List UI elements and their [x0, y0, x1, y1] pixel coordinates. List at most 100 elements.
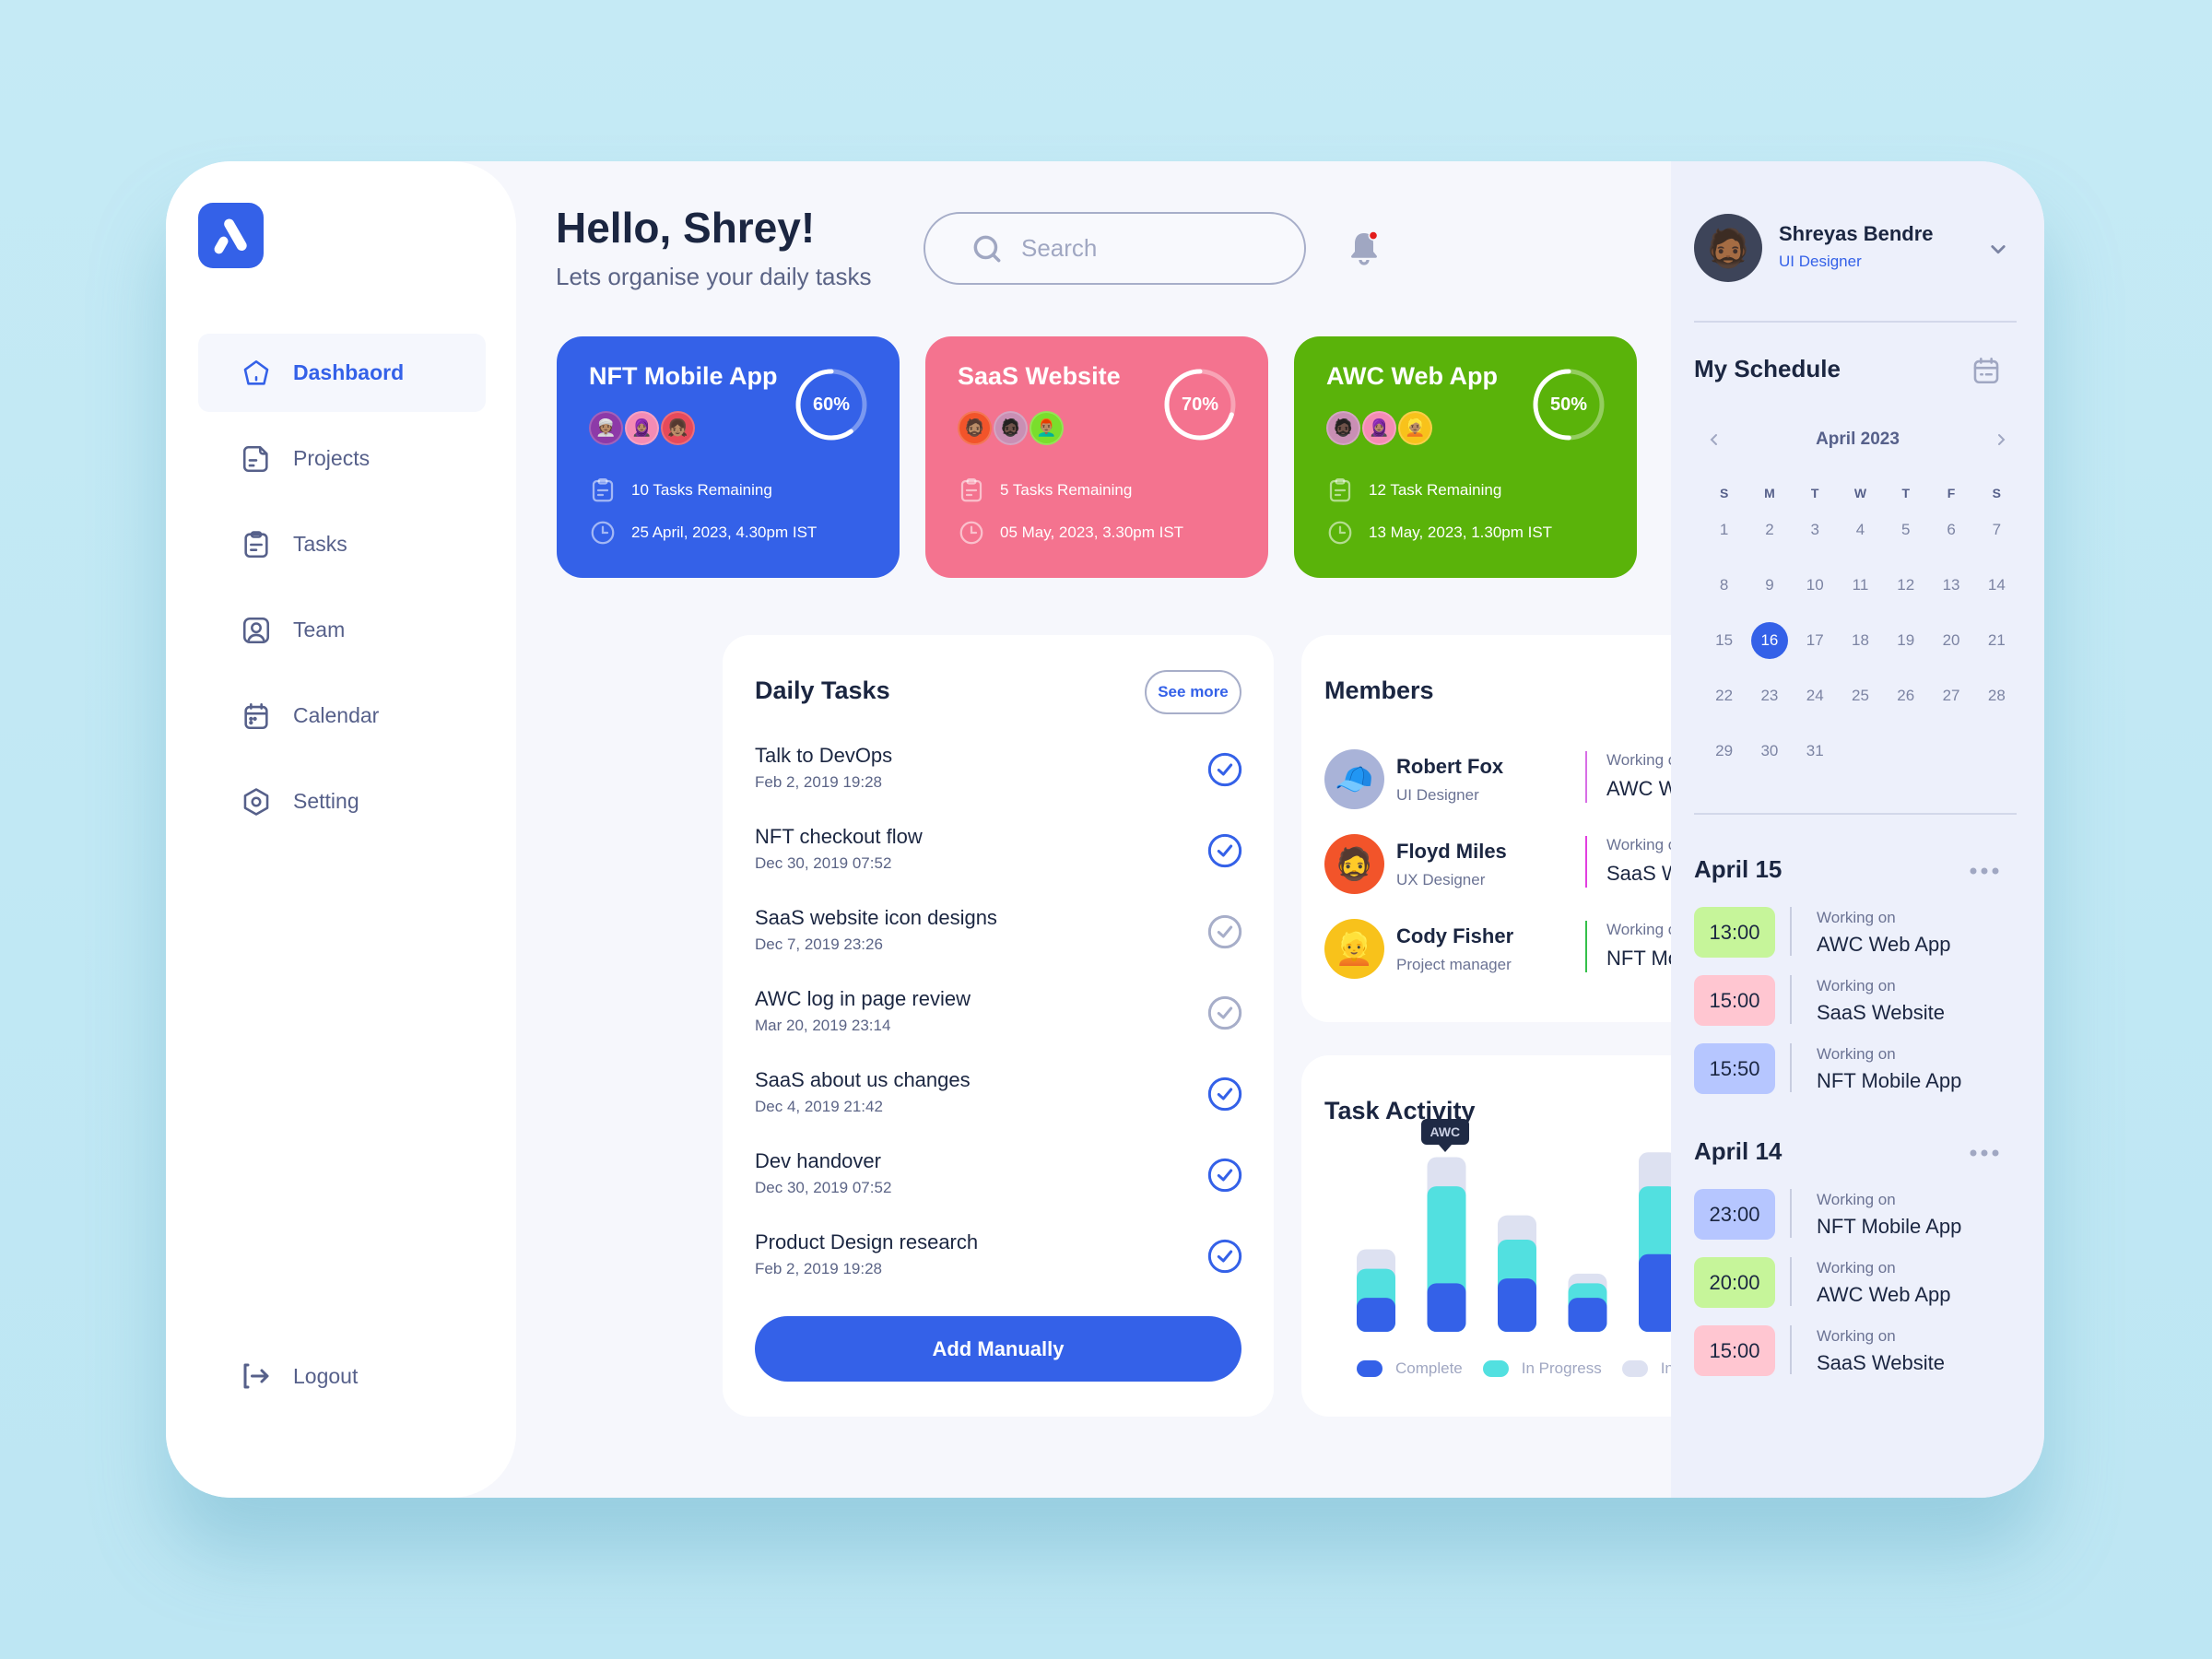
task-item[interactable]: Product Design research Feb 2, 2019 19:28	[755, 1230, 1243, 1295]
calendar-day[interactable]: 13	[1928, 567, 1973, 604]
schedule-event[interactable]: 15:50 Working on NFT Mobile App	[1694, 1043, 2007, 1095]
member-avatar[interactable]: 👳🏽	[589, 411, 623, 445]
schedule-event[interactable]: 15:00 Working on SaaS Website	[1694, 975, 2007, 1027]
more-options-icon[interactable]	[1969, 865, 2000, 877]
search-input[interactable]	[1021, 234, 1279, 263]
schedule-event[interactable]: 13:00 Working on AWC Web App	[1694, 907, 2007, 959]
calendar-day[interactable]: 25	[1838, 677, 1883, 714]
schedule-event[interactable]: 15:00 Working on SaaS Website	[1694, 1325, 2007, 1377]
calendar-day[interactable]: 20	[1928, 622, 1973, 659]
task-item[interactable]: Dev handover Dec 30, 2019 07:52	[755, 1149, 1243, 1214]
project-card[interactable]: SaaS Website 🧔🏽 🧔🏿 👨🏽‍🦰 70% 5 Tasks Remaining…	[925, 336, 1268, 578]
logout-button[interactable]: Logout	[240, 1359, 358, 1393]
check-circle-outline-icon[interactable]	[1206, 994, 1243, 1031]
clipboard-icon	[240, 528, 273, 561]
notification-button[interactable]	[1342, 226, 1386, 270]
calendar-day[interactable]: 23	[1747, 677, 1792, 714]
calendar-day[interactable]: 24	[1793, 677, 1838, 714]
check-circle-icon[interactable]	[1206, 1157, 1243, 1194]
task-item[interactable]: NFT checkout flow Dec 30, 2019 07:52	[755, 825, 1243, 889]
calendar-day[interactable]: 17	[1793, 622, 1838, 659]
member-avatar[interactable]: 🧔🏿	[994, 411, 1028, 445]
bar-complete[interactable]	[1568, 1298, 1607, 1332]
task-name: Talk to DevOps	[755, 744, 893, 767]
search-bar[interactable]	[924, 212, 1306, 285]
calendar-day[interactable]: 6	[1928, 512, 1973, 548]
member-avatar[interactable]: 🧔🏽	[958, 411, 992, 445]
calendar-day[interactable]: 9	[1747, 567, 1792, 604]
calendar-next-button[interactable]	[1990, 429, 2012, 451]
profile-avatar[interactable]: 🧔🏾	[1694, 214, 1762, 282]
calendar-day[interactable]: 31	[1793, 733, 1838, 770]
legend-label: In Progress	[1521, 1359, 1602, 1377]
bar-complete[interactable]	[1357, 1298, 1395, 1332]
check-circle-icon[interactable]	[1206, 1076, 1243, 1112]
sidebar-item-projects[interactable]: Projects	[198, 419, 486, 498]
member-avatar[interactable]: 👧🏽	[661, 411, 695, 445]
daily-tasks-card: Daily Tasks See more Talk to DevOps Feb 2…	[723, 635, 1274, 1417]
calendar-day[interactable]: 1	[1701, 512, 1747, 548]
member-avatar[interactable]: 🧕🏽	[625, 411, 659, 445]
calendar-day[interactable]: 15	[1701, 622, 1747, 659]
calendar-day[interactable]: 26	[1883, 677, 1928, 714]
task-item[interactable]: Talk to DevOps Feb 2, 2019 19:28	[755, 744, 1243, 808]
event-time: 13:00	[1694, 907, 1775, 958]
calendar-day[interactable]: 3	[1793, 512, 1838, 548]
calendar-day[interactable]: 11	[1838, 567, 1883, 604]
calendar-day[interactable]: 5	[1883, 512, 1928, 548]
member-avatar[interactable]: 🧕🏽	[1362, 411, 1396, 445]
calendar-icon[interactable]	[1971, 355, 2002, 386]
member-avatar[interactable]: 🧔🏿	[1326, 411, 1360, 445]
calendar-day[interactable]: 18	[1838, 622, 1883, 659]
calendar-day[interactable]: 14	[1974, 567, 2019, 604]
profile-name: Shreyas Bendre	[1779, 222, 1934, 245]
sidebar-item-calendar[interactable]: Calendar	[198, 677, 486, 755]
day-number: 7	[1992, 521, 2002, 538]
calendar-day[interactable]: 10	[1793, 567, 1838, 604]
check-circle-icon[interactable]	[1206, 832, 1243, 869]
task-item[interactable]: SaaS about us changes Dec 4, 2019 21:42	[755, 1068, 1243, 1133]
calendar-day[interactable]: 30	[1747, 733, 1792, 770]
task-item[interactable]: AWC log in page review Mar 20, 2019 23:14	[755, 987, 1243, 1052]
member-avatar[interactable]: 👨🏽‍🦰	[1030, 411, 1064, 445]
check-circle-outline-icon[interactable]	[1206, 913, 1243, 950]
day-number: 6	[1947, 521, 1956, 538]
avatar-glyph: 👱	[1335, 931, 1374, 967]
divider	[1694, 321, 2017, 323]
sidebar-item-setting[interactable]: Setting	[198, 762, 486, 841]
calendar-day[interactable]: 21	[1974, 622, 2019, 659]
calendar-day[interactable]: 28	[1974, 677, 2019, 714]
member-avatar[interactable]: 👱🏽	[1398, 411, 1432, 445]
check-circle-icon[interactable]	[1206, 751, 1243, 788]
calendar-day[interactable]: 27	[1928, 677, 1973, 714]
schedule-event[interactable]: 23:00 Working on NFT Mobile App	[1694, 1189, 2007, 1241]
calendar-day-selected[interactable]: 16	[1747, 622, 1792, 659]
bar-complete[interactable]	[1498, 1278, 1536, 1332]
app-logo-icon[interactable]	[198, 203, 264, 268]
task-item[interactable]: SaaS website icon designs Dec 7, 2019 23:…	[755, 906, 1243, 971]
bar-complete[interactable]	[1427, 1283, 1466, 1332]
calendar-day[interactable]: 22	[1701, 677, 1747, 714]
calendar-day[interactable]: 29	[1701, 733, 1747, 770]
add-manually-button[interactable]: Add Manually	[755, 1316, 1241, 1382]
sidebar: Dashbaord Projects Tasks Team Calendar S…	[166, 161, 516, 1498]
sidebar-item-tasks[interactable]: Tasks	[198, 505, 486, 583]
more-options-icon[interactable]	[1969, 1147, 2000, 1159]
calendar-day[interactable]: 19	[1883, 622, 1928, 659]
task-name: SaaS about us changes	[755, 1068, 971, 1091]
schedule-event[interactable]: 20:00 Working on AWC Web App	[1694, 1257, 2007, 1309]
calendar-day[interactable]: 12	[1883, 567, 1928, 604]
daily-tasks-see-more-button[interactable]: See more	[1145, 670, 1241, 714]
calendar-day[interactable]: 7	[1974, 512, 2019, 548]
calendar-day[interactable]: 4	[1838, 512, 1883, 548]
project-card[interactable]: AWC Web App 🧔🏿 🧕🏽 👱🏽 50% 12 Task Remaining 13 …	[1294, 336, 1637, 578]
weekday-label: T	[1901, 486, 1911, 500]
calendar-day[interactable]: 2	[1747, 512, 1792, 548]
sidebar-item-team[interactable]: Team	[198, 591, 486, 669]
clipboard-icon	[960, 478, 982, 502]
chevron-down-icon[interactable]	[1984, 235, 2012, 263]
project-card[interactable]: NFT Mobile App 👳🏽 🧕🏽 👧🏽 60% 10 Tasks Remainin…	[557, 336, 900, 578]
calendar-day[interactable]: 8	[1701, 567, 1747, 604]
check-circle-icon[interactable]	[1206, 1238, 1243, 1275]
sidebar-item-dashboard[interactable]: Dashbaord	[198, 334, 486, 412]
